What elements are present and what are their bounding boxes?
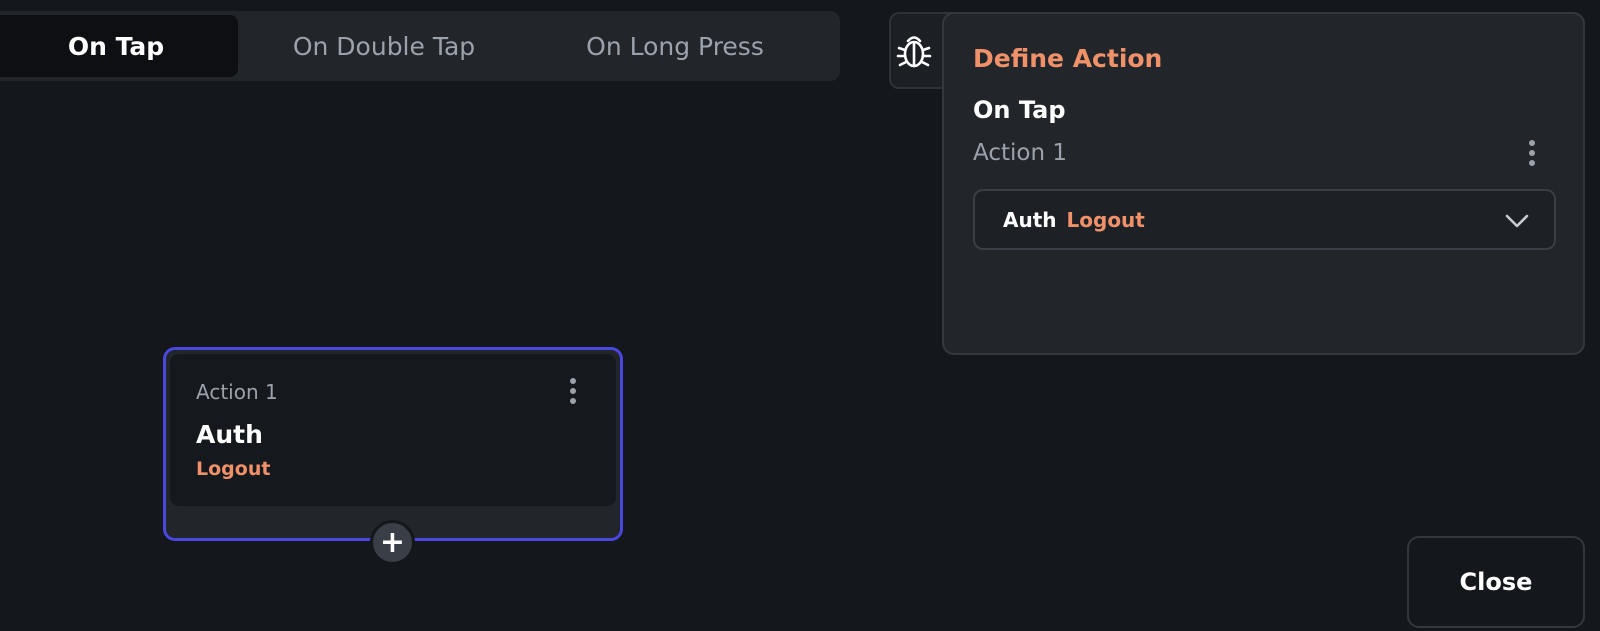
more-vertical-icon[interactable] [570, 378, 576, 404]
more-vertical-icon[interactable] [1529, 140, 1535, 166]
plus-icon: + [379, 524, 406, 560]
tab-on-long-press[interactable]: On Long Press [530, 15, 820, 77]
action-type-select[interactable]: Auth Logout [973, 189, 1556, 250]
action-node-label: Action 1 [196, 380, 278, 404]
chevron-down-icon [1505, 214, 1529, 228]
panel-trigger: On Tap [973, 96, 1066, 124]
action-category: Auth [1003, 207, 1057, 232]
action-editor: On Tap On Double Tap On Long Press Actio… [0, 0, 1600, 631]
action-node-body: Action 1 Auth Logout [170, 354, 616, 506]
bug-icon [896, 35, 932, 67]
add-action-button[interactable]: + [370, 520, 415, 565]
panel-title: Define Action [973, 44, 1163, 73]
action-node[interactable]: Action 1 Auth Logout [163, 347, 623, 541]
action-node-title: Auth [196, 420, 263, 449]
close-button[interactable]: Close [1407, 536, 1585, 628]
panel-action-label: Action 1 [973, 140, 1067, 166]
action-type: Logout [1066, 207, 1145, 232]
tab-on-tap[interactable]: On Tap [0, 15, 238, 77]
define-action-panel: Define Action On Tap Action 1 Auth Logou… [942, 12, 1585, 355]
tab-on-double-tap[interactable]: On Double Tap [238, 15, 530, 77]
trigger-tabs: On Tap On Double Tap On Long Press [0, 11, 840, 81]
action-node-subtitle: Logout [196, 458, 271, 480]
